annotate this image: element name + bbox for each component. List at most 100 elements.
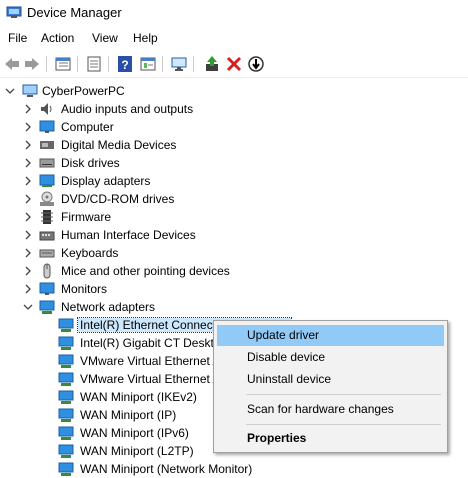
network-adapter-icon	[58, 462, 74, 476]
chevron-right-icon[interactable]	[22, 118, 34, 136]
tree-item-label: Computer	[61, 120, 114, 134]
back-arrow-icon[interactable]	[3, 55, 21, 73]
chevron-down-icon[interactable]	[22, 298, 34, 316]
menu-item-uninstall-device[interactable]: Uninstall device	[217, 369, 444, 390]
tree-item-dvd[interactable]: DVD/CD-ROM drives	[22, 190, 322, 208]
network-adapter-icon	[58, 354, 74, 368]
network-adapter-icon	[58, 408, 74, 422]
display-adapter-icon	[39, 174, 55, 187]
chevron-right-icon[interactable]	[22, 208, 34, 226]
tree-item-computer[interactable]: Computer	[22, 118, 322, 136]
tree-item-label: Network adapters	[61, 300, 156, 314]
media-device-icon	[40, 141, 54, 149]
menu-item-label: Disable device	[247, 350, 326, 364]
disk-drive-icon	[39, 158, 55, 168]
network-adapter-icon	[58, 372, 74, 386]
tree-item-firmware[interactable]: Firmware	[22, 208, 322, 226]
menu-separator	[246, 424, 441, 425]
network-adapter-icon	[58, 318, 74, 332]
menu-file[interactable]: File	[8, 31, 27, 45]
uninstall-x-icon[interactable]	[225, 55, 243, 73]
help-icon[interactable]: ?	[116, 55, 134, 73]
network-adapter-icon	[58, 390, 74, 404]
monitor-icon	[39, 120, 55, 133]
chevron-right-icon[interactable]	[22, 244, 34, 262]
keyboard-icon	[39, 249, 55, 258]
network-adapter-icon	[58, 336, 74, 350]
tree-item-label: Mice and other pointing devices	[61, 264, 230, 278]
tree-item-label: Disk drives	[61, 156, 120, 170]
chevron-right-icon[interactable]	[22, 190, 34, 208]
chevron-down-icon[interactable]	[4, 82, 16, 100]
chevron-right-icon[interactable]	[22, 154, 34, 172]
tree-item-label: Firmware	[61, 210, 111, 224]
tree-item-label: DVD/CD-ROM drives	[61, 192, 175, 206]
network-adapter-icon	[58, 426, 74, 440]
network-child-label: WAN Miniport (IP)	[80, 408, 177, 422]
menu-help[interactable]: Help	[133, 31, 158, 45]
network-adapter-icon	[58, 444, 74, 458]
tree-item-label: Audio inputs and outputs	[61, 102, 194, 116]
tree-item-digital-media[interactable]: Digital Media Devices	[22, 136, 322, 154]
monitor-icon	[39, 282, 55, 295]
window-title: Device Manager	[27, 5, 122, 20]
forward-arrow-icon[interactable]	[23, 55, 41, 73]
menu-item-update-driver[interactable]: Update driver	[217, 325, 444, 346]
tree-root[interactable]: CyberPowerPC	[4, 82, 204, 100]
network-child-label: WAN Miniport (IKEv2)	[80, 390, 197, 404]
tree-item-keyboards[interactable]: Keyboards	[22, 244, 322, 262]
tree-item-label: Display adapters	[61, 174, 151, 188]
hid-icon	[39, 231, 55, 241]
menu-item-scan-hardware[interactable]: Scan for hardware changes	[217, 399, 444, 420]
dvd-drive-icon	[40, 191, 54, 206]
chevron-right-icon[interactable]	[22, 172, 34, 190]
menu-view[interactable]: View	[92, 31, 118, 45]
device-manager-icon	[6, 6, 22, 18]
menu-separator	[246, 394, 441, 395]
tree-item-label: Keyboards	[61, 246, 119, 260]
properties-grid-icon[interactable]	[54, 55, 72, 73]
update-driver-icon[interactable]	[203, 55, 221, 73]
network-child-label: WAN Miniport (IPv6)	[80, 426, 189, 440]
tree-root-label: CyberPowerPC	[42, 84, 125, 98]
tree-item-monitors[interactable]: Monitors	[22, 280, 322, 298]
tree-item-display-adapters[interactable]: Display adapters	[22, 172, 322, 190]
svg-text:?: ?	[121, 58, 128, 72]
list-view-icon[interactable]	[85, 55, 103, 73]
network-adapter-icon	[39, 300, 55, 314]
menu-action[interactable]: Action	[41, 31, 74, 45]
show-hidden-icon[interactable]	[139, 55, 157, 73]
tree-item-hid[interactable]: Human Interface Devices	[22, 226, 322, 244]
title-bar: Device Manager	[0, 0, 468, 26]
menu-item-label: Properties	[247, 431, 307, 445]
chevron-right-icon[interactable]	[22, 226, 34, 244]
menu-item-disable-device[interactable]: Disable device	[217, 347, 444, 368]
disable-arrow-icon[interactable]	[247, 55, 265, 73]
tree-item-disk-drives[interactable]: Disk drives	[22, 154, 322, 172]
menu-item-label: Scan for hardware changes	[247, 402, 394, 416]
mouse-icon	[43, 263, 51, 279]
computer-icon	[22, 84, 38, 97]
tree-item-audio[interactable]: Audio inputs and outputs	[22, 100, 322, 118]
network-child-item[interactable]: WAN Miniport (Network Monitor)	[58, 460, 358, 478]
speaker-icon	[41, 103, 52, 115]
tree-item-mice[interactable]: Mice and other pointing devices	[22, 262, 322, 280]
menu-item-properties[interactable]: Properties	[217, 428, 444, 449]
chevron-right-icon[interactable]	[22, 136, 34, 154]
tree-item-label: Digital Media Devices	[61, 138, 177, 152]
chevron-right-icon[interactable]	[22, 100, 34, 118]
chevron-right-icon[interactable]	[22, 262, 34, 280]
tree-item-label: Human Interface Devices	[61, 228, 196, 242]
tree-item-network-adapters[interactable]: Network adapters	[22, 298, 322, 316]
menu-bar: File Action View Help	[0, 28, 468, 50]
menu-item-label: Update driver	[247, 328, 320, 342]
context-menu: Update driver Disable device Uninstall d…	[213, 320, 448, 453]
tree-item-label: Monitors	[61, 282, 108, 296]
scan-monitor-icon[interactable]	[170, 55, 188, 73]
toolbar: ?	[0, 51, 468, 78]
chevron-right-icon[interactable]	[22, 280, 34, 298]
network-child-label: WAN Miniport (Network Monitor)	[80, 462, 253, 476]
firmware-chip-icon	[41, 210, 53, 224]
menu-item-label: Uninstall device	[247, 372, 332, 386]
network-child-label: WAN Miniport (L2TP)	[80, 444, 194, 458]
